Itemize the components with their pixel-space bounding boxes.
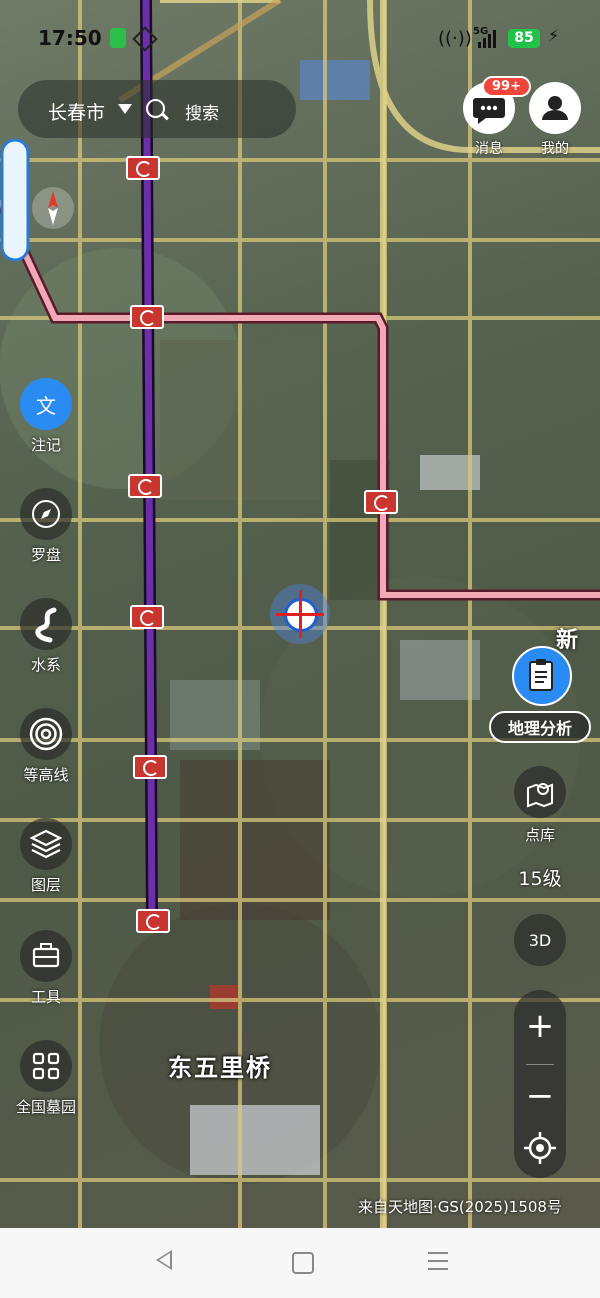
locate-me-button[interactable] (514, 1118, 566, 1178)
home-icon[interactable] (292, 1252, 314, 1274)
search-icon[interactable] (146, 99, 165, 118)
tools-label: 工具 (30, 988, 61, 1006)
road-label-tag (0, 120, 34, 270)
battery-saver-icon (110, 28, 126, 48)
search-bar[interactable]: 长春市 搜索 (18, 80, 296, 138)
geo-analysis-button[interactable] (512, 646, 572, 706)
annotation-label: 注记 (30, 436, 61, 454)
user-icon (542, 96, 568, 120)
compass-button[interactable] (20, 488, 72, 540)
location-status-icon (132, 26, 158, 52)
metro-station[interactable] (136, 909, 170, 933)
water-system-button[interactable] (20, 598, 72, 650)
charging-icon: ⚡ (548, 26, 560, 45)
metro-station[interactable] (128, 474, 162, 498)
map-credit: 来自天地图·GS(2025)1508号 (358, 1198, 562, 1216)
metro-station[interactable] (133, 755, 167, 779)
compass-label: 罗盘 (30, 546, 61, 564)
status-time: 17:50 (38, 26, 102, 50)
profile-label: 我的 (541, 141, 569, 157)
city-selector[interactable]: 长春市 (48, 98, 105, 125)
clipboard-icon (529, 659, 553, 691)
map-compass-icon[interactable] (30, 185, 76, 231)
layers-button[interactable] (20, 818, 72, 870)
search-label[interactable]: 搜索 (185, 99, 219, 124)
chevron-down-icon[interactable] (118, 104, 132, 114)
3d-toggle-button[interactable]: 3D (514, 914, 566, 966)
status-bar: 17:50 ((·)) 5G 85 ⚡ (0, 0, 600, 70)
divider (526, 1064, 554, 1065)
zoom-level: 15级 (518, 868, 562, 890)
back-icon[interactable] (156, 1250, 172, 1270)
text-icon: 文 (36, 393, 56, 418)
contour-button[interactable] (20, 708, 72, 760)
3d-icon: 3D (528, 930, 552, 950)
water-system-label: 水系 (30, 656, 61, 674)
wifi-icon: ((·)) (438, 28, 472, 49)
satellite-map[interactable]: 东五里桥 新 (0, 0, 600, 1228)
contour-label: 等高线 (23, 766, 69, 784)
toolbox-icon (32, 943, 60, 968)
map-pin-icon (527, 783, 553, 808)
river-icon (35, 607, 57, 643)
zoom-out-button[interactable]: − (514, 1066, 566, 1126)
metro-station[interactable] (126, 156, 160, 180)
battery-level: 85 (508, 29, 540, 48)
system-nav-bar (0, 1228, 600, 1298)
layers-label: 图层 (30, 876, 61, 894)
place-label: 东五里桥 (168, 1054, 272, 1082)
annotation-button[interactable]: 文 (20, 378, 72, 430)
locate-icon (524, 1132, 556, 1164)
layers-icon (29, 829, 63, 859)
signal-icon (478, 30, 500, 48)
message-count-badge: 99+ (482, 76, 531, 97)
zoom-controls: + − (514, 990, 566, 1178)
location-crosshair (270, 584, 330, 644)
tools-button[interactable] (20, 930, 72, 982)
cemetery-label: 全国墓园 (15, 1098, 76, 1116)
zoom-in-button[interactable]: + (514, 996, 566, 1056)
metro-station[interactable] (130, 605, 164, 629)
grid-icon (32, 1052, 60, 1080)
geo-analysis-label[interactable]: 地理分析 (489, 711, 591, 743)
points-library-label: 点库 (524, 826, 555, 844)
profile-button[interactable] (529, 82, 581, 134)
metro-station[interactable] (130, 305, 164, 329)
metro-station[interactable] (364, 490, 398, 514)
points-library-button[interactable] (514, 766, 566, 818)
messages-label: 消息 (475, 141, 503, 157)
contour-icon (29, 717, 63, 751)
compass-icon (32, 500, 60, 528)
cemetery-button[interactable] (20, 1040, 72, 1092)
menu-icon[interactable] (428, 1252, 448, 1270)
